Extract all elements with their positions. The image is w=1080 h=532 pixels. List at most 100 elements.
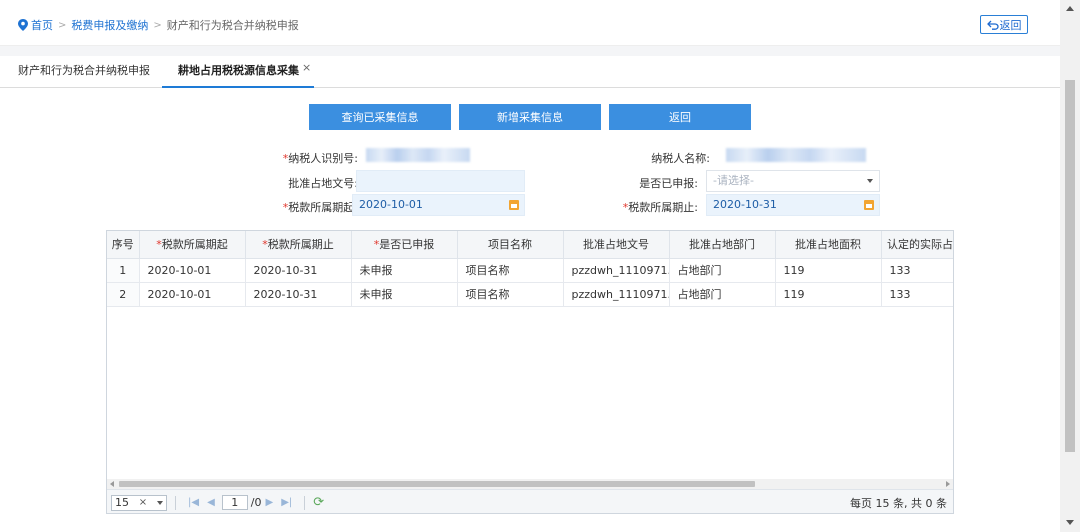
tab-label: 财产和行为税合并纳税申报 <box>18 64 150 77</box>
column-header[interactable]: 批准占地部门 <box>669 231 776 259</box>
declared-label: 是否已申报: <box>639 177 698 190</box>
horizontal-scrollbar[interactable] <box>107 479 953 489</box>
page-number-input[interactable]: 1 <box>221 495 248 510</box>
declared-select[interactable]: -请选择- <box>706 170 880 192</box>
scroll-up-icon[interactable] <box>1066 6 1074 11</box>
table-cell: pzzdwh_1110971... <box>563 258 670 283</box>
scroll-right-icon[interactable] <box>946 481 950 487</box>
page-vertical-scrollbar[interactable] <box>1060 0 1080 532</box>
clear-icon[interactable]: × <box>139 497 147 508</box>
add-collection-button[interactable]: 新增采集信息 <box>459 104 601 130</box>
prev-page-icon[interactable]: ◀ <box>207 497 215 508</box>
data-grid: 序号 *税款所属期起 *税款所属期止 *是否已申报 项目名称 批准占地文号 批准占地部门 批准… <box>106 230 954 514</box>
first-page-icon[interactable]: |◀ <box>188 497 199 508</box>
table-body: 1 2020-10-01 2020-10-31 未申报 项目名称 pzzdwh_11109… <box>107 258 953 307</box>
taxpayer-id-redacted <box>366 148 470 162</box>
scroll-thumb[interactable] <box>1065 80 1075 452</box>
return-arrow-icon <box>986 20 999 30</box>
pagination-bar: 15 × |◀ ◀ 1 /0 ▶ ▶| ⟳ 每页 15 条, 共 0 条 <box>107 489 953 513</box>
column-header[interactable]: 批准占地文号 <box>563 231 670 259</box>
breadcrumb-current: 财产和行为税合并纳税申报 <box>166 19 299 32</box>
table-cell: 2020-10-31 <box>245 282 352 307</box>
tab-combined-declaration[interactable]: 财产和行为税合并纳税申报 <box>18 56 150 88</box>
taxpayer-name-label: 纳税人名称: <box>651 152 710 165</box>
breadcrumb-separator: > <box>58 19 67 31</box>
column-header-label: 税款所属期止 <box>267 238 334 252</box>
chevron-down-icon <box>867 179 873 183</box>
tab-close-icon[interactable]: × <box>302 61 311 74</box>
column-header-label: 批准占地面积 <box>795 238 861 252</box>
last-page-icon[interactable]: ▶| <box>281 497 292 508</box>
scroll-thumb[interactable] <box>119 481 755 487</box>
total-pages: /0 <box>250 496 262 509</box>
calendar-icon[interactable] <box>864 200 874 210</box>
next-page-icon[interactable]: ▶ <box>265 497 273 508</box>
column-header[interactable]: 项目名称 <box>457 231 564 259</box>
period-end-label: *税款所属期止: <box>623 199 698 215</box>
column-header-label: 批准占地部门 <box>689 238 755 252</box>
table-row[interactable]: 2 2020-10-01 2020-10-31 未申报 项目名称 pzzdwh_11109… <box>107 282 953 307</box>
table-cell: 未申报 <box>351 258 458 283</box>
table-cell: 占地部门 <box>669 282 776 307</box>
table-header-row: 序号 *税款所属期起 *税款所属期止 *是否已申报 项目名称 批准占地文号 批准占地部门 批准… <box>107 231 953 259</box>
column-header[interactable]: *税款所属期止 <box>245 231 352 259</box>
tab-farmland-tax-source[interactable]: 耕地占用税税源信息采集 × <box>162 56 314 88</box>
table-row[interactable]: 1 2020-10-01 2020-10-31 未申报 项目名称 pzzdwh_11109… <box>107 258 953 283</box>
table-cell: 2020-10-01 <box>139 258 246 283</box>
location-pin-icon <box>18 19 28 31</box>
query-collected-button[interactable]: 查询已采集信息 <box>309 104 451 130</box>
label-text: 税款所属期止: <box>628 201 698 214</box>
approval-doc-input[interactable] <box>356 170 525 192</box>
column-header-label: 序号 <box>111 238 134 252</box>
period-end-input[interactable]: 2020-10-31 <box>706 194 880 216</box>
period-start-value: 2020-10-01 <box>359 198 423 211</box>
table-cell: 项目名称 <box>457 258 564 283</box>
table-cell: 133 <box>881 282 953 307</box>
label-text: 税款所属期起: <box>288 201 358 214</box>
column-header-label: 是否已申报 <box>379 238 435 252</box>
table-cell: 占地部门 <box>669 258 776 283</box>
header-back-button[interactable]: 返回 <box>980 15 1028 34</box>
back-button[interactable]: 返回 <box>609 104 751 130</box>
period-start-label: *税款所属期起: <box>283 199 358 215</box>
calendar-icon[interactable] <box>509 200 519 210</box>
declared-placeholder: -请选择- <box>713 174 754 187</box>
table-cell: 133 <box>881 258 953 283</box>
scroll-left-icon[interactable] <box>110 481 114 487</box>
breadcrumb-separator: > <box>153 19 162 31</box>
table-cell: 未申报 <box>351 282 458 307</box>
page-size-select[interactable]: 15 × <box>111 494 167 511</box>
column-header[interactable]: 认定的实际占 <box>881 231 953 259</box>
refresh-icon[interactable]: ⟳ <box>313 495 324 510</box>
column-header-label: 项目名称 <box>488 238 532 252</box>
column-header-label: 税款所属期起 <box>161 238 228 252</box>
column-header[interactable]: *税款所属期起 <box>139 231 246 259</box>
period-start-input[interactable]: 2020-10-01 <box>352 194 525 216</box>
approval-doc-label: 批准占地文号: <box>288 177 358 190</box>
scroll-down-icon[interactable] <box>1066 520 1074 525</box>
table-cell: pzzdwh_1110971... <box>563 282 670 307</box>
page: 首页 > 税费申报及缴纳 > 财产和行为税合并纳税申报 返回 财产和行为税合并纳… <box>0 0 1080 532</box>
period-end-value: 2020-10-31 <box>713 198 777 211</box>
page-size-value: 15 <box>115 496 129 509</box>
column-header[interactable]: 序号 <box>107 231 140 259</box>
pager-divider <box>304 495 306 510</box>
tab-label: 耕地占用税税源信息采集 <box>178 64 299 77</box>
row-index-cell: 2 <box>107 282 140 307</box>
pager-divider <box>175 495 176 510</box>
data-table: 序号 *税款所属期起 *税款所属期止 *是否已申报 项目名称 批准占地文号 批准占地部门 批准… <box>107 231 953 307</box>
label-text: 纳税人识别号: <box>288 152 358 165</box>
taxpayer-name-redacted <box>726 148 866 162</box>
breadcrumb: 首页 > 税费申报及缴纳 > 财产和行为税合并纳税申报 <box>18 17 299 33</box>
header-back-label: 返回 <box>999 18 1022 32</box>
column-header-label: 认定的实际占 <box>887 238 953 252</box>
column-header[interactable]: 批准占地面积 <box>775 231 882 259</box>
tab-bar: 财产和行为税合并纳税申报 耕地占用税税源信息采集 × <box>0 56 1060 88</box>
column-header[interactable]: *是否已申报 <box>351 231 458 259</box>
row-index-cell: 1 <box>107 258 140 283</box>
chevron-down-icon <box>156 500 163 505</box>
breadcrumb-level1[interactable]: 税费申报及缴纳 <box>71 17 148 33</box>
breadcrumb-home[interactable]: 首页 <box>31 17 53 33</box>
table-cell: 2020-10-01 <box>139 282 246 307</box>
breadcrumb-bar: 首页 > 税费申报及缴纳 > 财产和行为税合并纳税申报 返回 <box>0 0 1060 46</box>
